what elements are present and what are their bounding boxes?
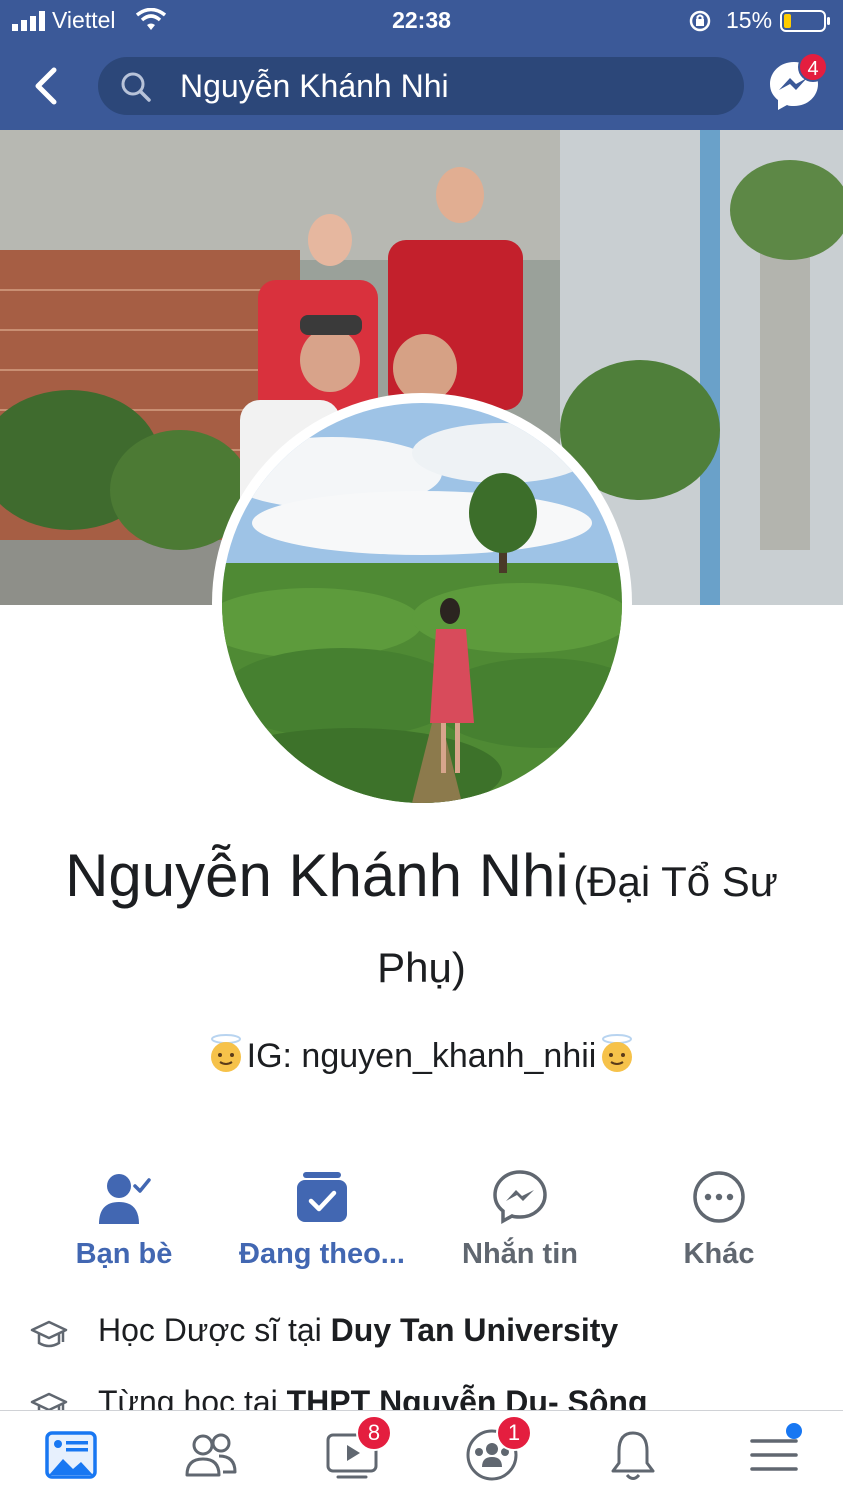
bio-text: IG: nguyen_khanh_nhii (246, 1037, 597, 1075)
intro-school-link[interactable]: THPT Nguyễn Du- Sông (287, 1384, 648, 1410)
profile-picture[interactable] (212, 393, 632, 813)
search-value: Nguyễn Khánh Nhi (180, 68, 449, 104)
more-button[interactable]: Khác (619, 1168, 819, 1278)
profile-name-primary: Nguyễn Khánh Nhi (65, 842, 569, 909)
messenger-icon (493, 1170, 547, 1224)
graduation-cap-icon (30, 1320, 68, 1348)
more-label: Khác (683, 1238, 755, 1270)
tab-news-feed[interactable] (41, 1425, 101, 1485)
tab-notifications[interactable] (603, 1425, 663, 1485)
friends-icon (185, 1433, 237, 1477)
bottom-nav: 8 1 (0, 1410, 843, 1499)
friends-label: Bạn bè (75, 1238, 173, 1270)
angel-emoji-icon (602, 1034, 633, 1072)
friend-check-icon (99, 1174, 151, 1224)
messenger-badge: 4 (798, 52, 828, 82)
intro-education-past: Từng học tại THPT Nguyễn Du- Sông (0, 1384, 843, 1410)
following-button[interactable]: Đang theo... (222, 1168, 422, 1278)
following-check-icon (297, 1172, 347, 1222)
battery-icon (780, 10, 830, 32)
message-button[interactable]: Nhắn tin (420, 1168, 620, 1278)
top-bar: Viettel 22:38 15% Nguyễn Khánh Nhi 4 (0, 0, 843, 130)
tab-watch[interactable]: 8 (322, 1415, 392, 1485)
message-label: Nhắn tin (462, 1238, 578, 1270)
menu-notification-dot (786, 1423, 802, 1439)
clock: 22:38 (392, 7, 451, 33)
friends-button[interactable]: Bạn bè (24, 1168, 224, 1278)
tab-groups[interactable]: 1 (462, 1415, 532, 1485)
chevron-left-icon (35, 67, 57, 105)
search-input[interactable]: Nguyễn Khánh Nhi (98, 57, 744, 115)
intro-prefix: Từng học tại (98, 1384, 287, 1410)
tab-menu[interactable] (744, 1423, 804, 1485)
status-bar: Viettel 22:38 15% (0, 0, 843, 44)
graduation-cap-icon (30, 1392, 68, 1410)
intro-prefix: Học Dược sĩ tại (98, 1312, 331, 1348)
intro-school-link[interactable]: Duy Tan University (331, 1312, 618, 1348)
search-icon (121, 72, 151, 102)
rotation-lock-icon (689, 10, 711, 32)
intro-education-current: Học Dược sĩ tại Duy Tan University (0, 1312, 843, 1356)
profile-name: Nguyễn Khánh Nhi (Đại Tổ Sư Phụ) (20, 838, 823, 1016)
back-button[interactable] (24, 60, 72, 112)
groups-badge: 1 (496, 1415, 532, 1451)
watch-badge: 8 (356, 1415, 392, 1451)
news-feed-icon (45, 1431, 97, 1479)
more-icon (693, 1171, 745, 1223)
bell-icon (611, 1431, 655, 1480)
profile-image (222, 403, 622, 803)
angel-emoji-icon (210, 1034, 241, 1072)
following-label: Đang theo... (239, 1238, 405, 1270)
tab-friends[interactable] (181, 1425, 241, 1485)
battery-percent: 15% (726, 7, 773, 33)
profile-bio: IG: nguyen_khanh_nhii (0, 1033, 843, 1076)
